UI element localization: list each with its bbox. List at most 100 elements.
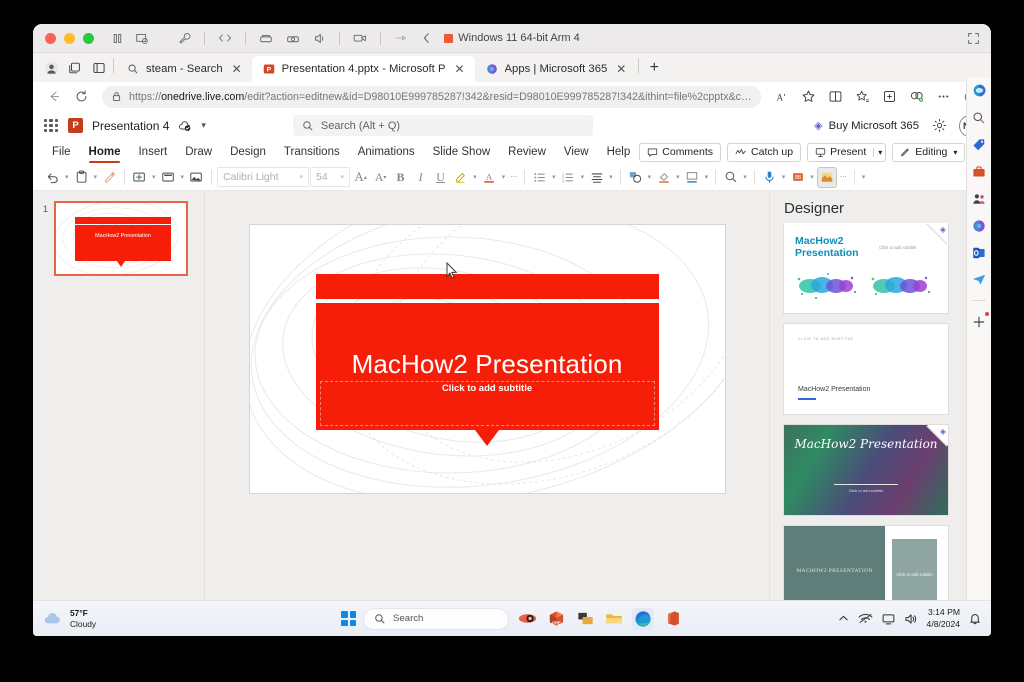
taskbar-office-icon[interactable] <box>661 608 683 630</box>
text-highlight-icon[interactable] <box>451 167 470 188</box>
profile-avatar-icon[interactable] <box>39 56 63 80</box>
new-slide-icon[interactable] <box>130 167 149 188</box>
weather-widget[interactable]: 57°F Cloudy <box>43 608 96 629</box>
slide-title-block[interactable]: MacHow2 Presentation Click to add subtit… <box>315 303 659 430</box>
tab-file[interactable]: File <box>43 140 80 164</box>
taskbar-edge-icon[interactable] <box>632 607 654 630</box>
split-screen-icon[interactable] <box>823 84 848 109</box>
editor-icon[interactable]: 88 <box>788 167 807 188</box>
gear-icon[interactable] <box>928 115 950 137</box>
italic-button[interactable]: I <box>411 167 430 188</box>
search-icon[interactable] <box>971 109 988 126</box>
underline-button[interactable]: U <box>431 167 450 188</box>
tab-transitions[interactable]: Transitions <box>275 140 349 164</box>
designer-icon[interactable] <box>816 166 837 188</box>
font-color-icon[interactable]: A <box>480 167 499 188</box>
present-button[interactable]: Present ▾ <box>807 142 887 162</box>
shape-fill-dropdown-icon[interactable]: ▾ <box>674 173 682 181</box>
find-dropdown-icon[interactable]: ▾ <box>741 173 749 181</box>
close-tab-icon[interactable]: ✕ <box>230 62 244 76</box>
format-painter-icon[interactable] <box>100 167 119 188</box>
wrench-icon[interactable] <box>178 32 191 45</box>
design-idea-watercolor-splash[interactable]: MacHow2 Presentation Click to add subtit… <box>784 223 948 313</box>
tab-review[interactable]: Review <box>499 140 555 164</box>
minimize-window-button[interactable] <box>64 32 75 44</box>
catch-up-button[interactable]: Catch up <box>727 142 802 162</box>
align-icon[interactable] <box>587 167 606 188</box>
refresh-icon[interactable] <box>69 84 94 109</box>
vm-expand-button[interactable] <box>967 32 991 45</box>
shape-outline-dropdown-icon[interactable]: ▾ <box>703 173 711 181</box>
taskbar-powerpoint-icon[interactable]: PRE <box>545 608 567 630</box>
shrink-font-icon[interactable]: A ▾ <box>371 167 390 188</box>
notification-bell-icon[interactable] <box>969 612 981 625</box>
dictate-dropdown-icon[interactable]: ▾ <box>780 173 788 181</box>
font-color-dropdown-icon[interactable]: ▾ <box>500 173 508 181</box>
display-icon[interactable] <box>882 613 895 625</box>
browser-tab-presentation[interactable]: P Presentation 4.pptx - Microsoft P ✕ <box>251 56 475 82</box>
font-name-dropdown-icon[interactable]: ▾ <box>300 173 304 181</box>
editor-dropdown-icon[interactable]: ▾ <box>808 173 816 181</box>
slide-subtitle-text[interactable]: Click to add subtitle <box>316 383 659 394</box>
favorite-star-icon[interactable] <box>796 84 821 109</box>
shape-fill-icon[interactable] <box>654 167 673 188</box>
add-app-icon[interactable] <box>971 312 989 330</box>
show-hidden-icon[interactable] <box>838 614 849 623</box>
font-name-input[interactable]: Calibri Light ▾ <box>217 167 310 187</box>
shapes-icon[interactable] <box>626 167 645 188</box>
browser-essentials-icon[interactable] <box>904 84 929 109</box>
tab-design[interactable]: Design <box>221 140 275 164</box>
bullet-list-icon[interactable] <box>530 167 549 188</box>
tab-slide-show[interactable]: Slide Show <box>424 140 500 164</box>
tab-insert[interactable]: Insert <box>129 140 176 164</box>
numbering-dropdown-icon[interactable]: ▾ <box>579 173 587 181</box>
disk-icon[interactable] <box>259 32 273 45</box>
microsoft365-icon[interactable] <box>971 217 988 234</box>
taskbar-task-view-icon[interactable] <box>574 608 596 630</box>
collections-add-icon[interactable] <box>877 84 902 109</box>
favorites-icon[interactable] <box>850 84 875 109</box>
close-tab-icon[interactable]: ✕ <box>614 62 628 76</box>
briefcase-icon[interactable] <box>971 163 988 180</box>
taskbar-file-explorer-icon[interactable] <box>603 608 625 630</box>
undo-icon[interactable] <box>43 167 62 188</box>
find-icon[interactable] <box>721 167 740 188</box>
printer-icon[interactable] <box>286 32 300 45</box>
browser-tab-apps365[interactable]: Apps | Microsoft 365 ✕ <box>475 56 637 82</box>
cloud-saved-icon[interactable] <box>178 120 192 132</box>
more-commands-icon[interactable]: ⋯ <box>838 173 849 181</box>
editing-dropdown-icon[interactable]: ▾ <box>953 148 957 157</box>
screenshot-icon[interactable] <box>135 32 149 45</box>
app-launcher-icon[interactable] <box>43 118 59 134</box>
shapes-dropdown-icon[interactable]: ▾ <box>646 173 654 181</box>
tab-view[interactable]: View <box>555 140 598 164</box>
people-icon[interactable] <box>971 190 988 207</box>
buy-microsoft-365-button[interactable]: ◈ Buy Microsoft 365 <box>814 119 919 133</box>
code-icon[interactable] <box>218 32 232 44</box>
close-window-button[interactable] <box>45 32 56 44</box>
windows-start-icon[interactable] <box>341 611 356 626</box>
design-idea-minimal-white[interactable]: CLICK TO ADD SUBTITLE MacHow2 Presentati… <box>784 324 948 414</box>
taskbar-search-input[interactable]: Search <box>363 607 509 630</box>
more-font-options-icon[interactable]: ⋯ <box>508 173 519 181</box>
tag-icon[interactable] <box>971 136 988 153</box>
more-settings-icon[interactable] <box>931 84 956 109</box>
back-chevron-icon[interactable] <box>421 32 432 44</box>
tab-animations[interactable]: Animations <box>349 140 424 164</box>
align-dropdown-icon[interactable]: ▾ <box>607 173 615 181</box>
undo-dropdown-icon[interactable]: ▾ <box>63 173 71 181</box>
comments-button[interactable]: Comments <box>639 142 722 162</box>
search-input[interactable]: Search (Alt + Q) <box>292 115 593 136</box>
pause-icon[interactable] <box>111 32 124 45</box>
maximize-window-button[interactable] <box>83 32 94 44</box>
dictate-icon[interactable] <box>760 167 779 188</box>
browser-tab-steam[interactable]: steam - Search ✕ <box>116 56 252 82</box>
collections-icon[interactable] <box>63 56 87 80</box>
document-title[interactable]: Presentation 4 <box>92 119 169 133</box>
grow-font-icon[interactable]: A ▴ <box>351 167 370 188</box>
present-dropdown-icon[interactable]: ▾ <box>873 147 882 157</box>
design-idea-green-purple-gradient[interactable]: MacHow2 Presentation Click to add subtit… <box>784 425 948 515</box>
new-slide-dropdown-icon[interactable]: ▾ <box>150 173 158 181</box>
read-aloud-icon[interactable]: A <box>769 84 794 109</box>
taskbar-copilot-icon[interactable] <box>516 608 538 630</box>
